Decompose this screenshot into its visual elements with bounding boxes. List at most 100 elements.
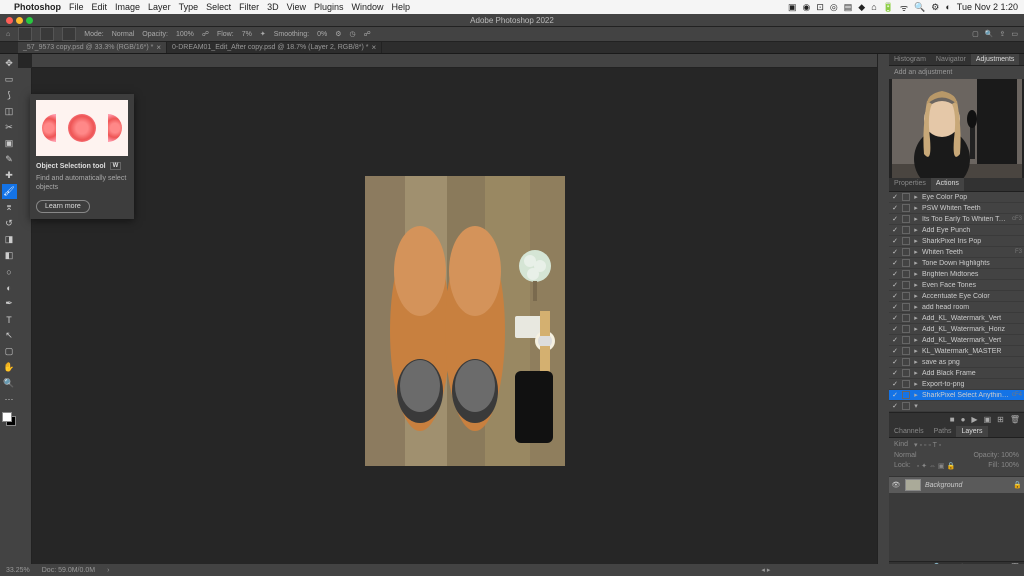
dropbox-icon[interactable]: ◆ [858,2,865,13]
heal-tool[interactable]: ✚ [2,168,17,183]
menu-help[interactable]: Help [392,2,411,12]
action-row[interactable]: ✓▸SharkPixel Iris Pop [889,236,1024,247]
lock-icons[interactable]: ▫ ✦ ⇔ ▣ 🔒 [917,462,955,470]
action-dialog-toggle[interactable] [902,402,910,410]
action-dialog-toggle[interactable] [902,237,910,245]
zoom-status[interactable]: 33.25% [6,567,30,574]
action-check[interactable]: ✓ [891,226,899,234]
action-check[interactable]: ✓ [891,215,899,223]
smoothing-value[interactable]: 0% [317,31,327,38]
max-dot[interactable] [26,17,33,24]
action-check[interactable]: ✓ [891,402,899,410]
menu-select[interactable]: Select [206,2,231,12]
tab-paths[interactable]: Paths [929,426,957,437]
gear-icon[interactable]: ⚙ [335,30,341,38]
more-tool[interactable]: ⋯ [2,392,17,407]
menu-edit[interactable]: Edit [92,2,108,12]
pressure-size-icon[interactable]: ☍ [364,30,371,38]
caret-icon[interactable]: ▸ [913,325,919,333]
tab-channels[interactable]: Channels [889,426,929,437]
caret-icon[interactable]: ▸ [913,248,919,256]
brush-preset[interactable] [40,27,54,41]
action-check[interactable]: ✓ [891,248,899,256]
action-check[interactable]: ✓ [891,303,899,311]
bt-icon[interactable]: ◎ [830,2,838,13]
dodge-tool[interactable]: ◐ [2,280,17,295]
mode-select[interactable]: Normal [112,31,135,38]
record-icon[interactable]: ● [961,415,966,424]
wifi-icon[interactable]: ᯤ [900,1,908,14]
search-icon[interactable]: 🔍 [914,2,925,13]
color-swatch[interactable] [2,412,16,426]
fill-field[interactable]: Fill: 100% [988,462,1019,470]
trash-icon[interactable]: 🗑 [1010,415,1020,424]
doc-status[interactable]: Doc: 59.0M/0.0M [42,567,95,574]
doc-tab-1[interactable]: _57_9573 copy.psd @ 33.3% (RGB/16*) * × [18,42,167,53]
opt-search-icon[interactable]: 🔍 [985,30,994,38]
tool-preset[interactable] [18,27,32,41]
action-check[interactable]: ✓ [891,237,899,245]
caret-icon[interactable]: ▸ [913,347,919,355]
zoom-tool[interactable]: 🔍 [2,376,17,391]
eraser-tool[interactable]: ◨ [2,232,17,247]
action-row[interactable]: ✓▸Add Black Frame [889,368,1024,379]
caret-icon[interactable]: ▸ [913,226,919,234]
action-row[interactable]: ✓▸Add_KL_Watermark_Vert [889,313,1024,324]
action-dialog-toggle[interactable] [902,270,910,278]
close-dot[interactable] [6,17,13,24]
action-row[interactable]: ✓▸Tone Down Highlights [889,258,1024,269]
menu-file[interactable]: File [69,2,84,12]
action-row[interactable]: ✓▸add head room [889,302,1024,313]
clock[interactable]: Tue Nov 2 1:20 [957,2,1018,12]
caret-icon[interactable]: ▸ [913,237,919,245]
action-dialog-toggle[interactable] [902,259,910,267]
crop-tool[interactable]: ✂ [2,120,17,135]
action-check[interactable]: ✓ [891,336,899,344]
layer-thumb[interactable] [905,479,921,491]
action-check[interactable]: ✓ [891,325,899,333]
action-dialog-toggle[interactable] [902,193,910,201]
tab-histogram[interactable]: Histogram [889,54,931,65]
chevron-right-icon[interactable]: › [107,567,109,574]
path-tool[interactable]: ↖ [2,328,17,343]
menu-layer[interactable]: Layer [148,2,171,12]
tab-actions[interactable]: Actions [931,178,964,191]
hand-tool[interactable]: ✋ [2,360,17,375]
action-check[interactable]: ✓ [891,204,899,212]
caret-icon[interactable]: ▸ [913,281,919,289]
layer-name[interactable]: Background [925,482,962,489]
action-dialog-toggle[interactable] [902,358,910,366]
tab-adjustments[interactable]: Adjustments [971,54,1020,65]
siri-icon[interactable]: ◐ [945,2,950,12]
action-check[interactable]: ✓ [891,281,899,289]
action-row[interactable]: ✓▸Add Eye Punch [889,225,1024,236]
action-row[interactable]: ✓▾ [889,401,1024,412]
caret-icon[interactable]: ▸ [913,336,919,344]
gradient-tool[interactable]: ◧ [2,248,17,263]
pressure-opacity-icon[interactable]: ☍ [202,30,209,38]
doc-tab-2[interactable]: 0-DREAM01_Edit_After copy.psd @ 18.7% (L… [167,42,382,53]
collapsed-panel-strip[interactable] [877,54,889,572]
action-check[interactable]: ✓ [891,270,899,278]
actions-list[interactable]: ✓▸Eye Color Pop✓▸PSW Whiten Teeth✓▸Its T… [889,192,1024,412]
cc-icon[interactable]: ◉ [802,2,810,13]
action-dialog-toggle[interactable] [902,226,910,234]
close-tab-icon[interactable]: × [371,43,376,52]
opt-workspace-icon[interactable]: ▢ [972,30,979,38]
caret-icon[interactable]: ▸ [913,215,919,223]
menu-filter[interactable]: Filter [239,2,259,12]
action-row[interactable]: ✓▸PSW Whiten Teeth [889,203,1024,214]
action-dialog-toggle[interactable] [902,325,910,333]
action-row[interactable]: ✓▸Eye Color Pop [889,192,1024,203]
min-dot[interactable] [16,17,23,24]
action-dialog-toggle[interactable] [902,292,910,300]
opt-bar-icon[interactable]: ▭ [1011,30,1018,38]
opt-share-icon[interactable]: ⇪ [1000,30,1006,38]
learn-more-button[interactable]: Learn more [36,200,90,213]
control-icon[interactable]: ⚙ [931,2,939,13]
caret-icon[interactable]: ▸ [913,292,919,300]
tab-properties[interactable]: Properties [889,178,931,191]
battery-icon[interactable]: 🔋 [883,2,894,13]
action-row[interactable]: ✓▸Even Face Tones [889,280,1024,291]
camera-icon[interactable]: ▣ [788,2,797,13]
